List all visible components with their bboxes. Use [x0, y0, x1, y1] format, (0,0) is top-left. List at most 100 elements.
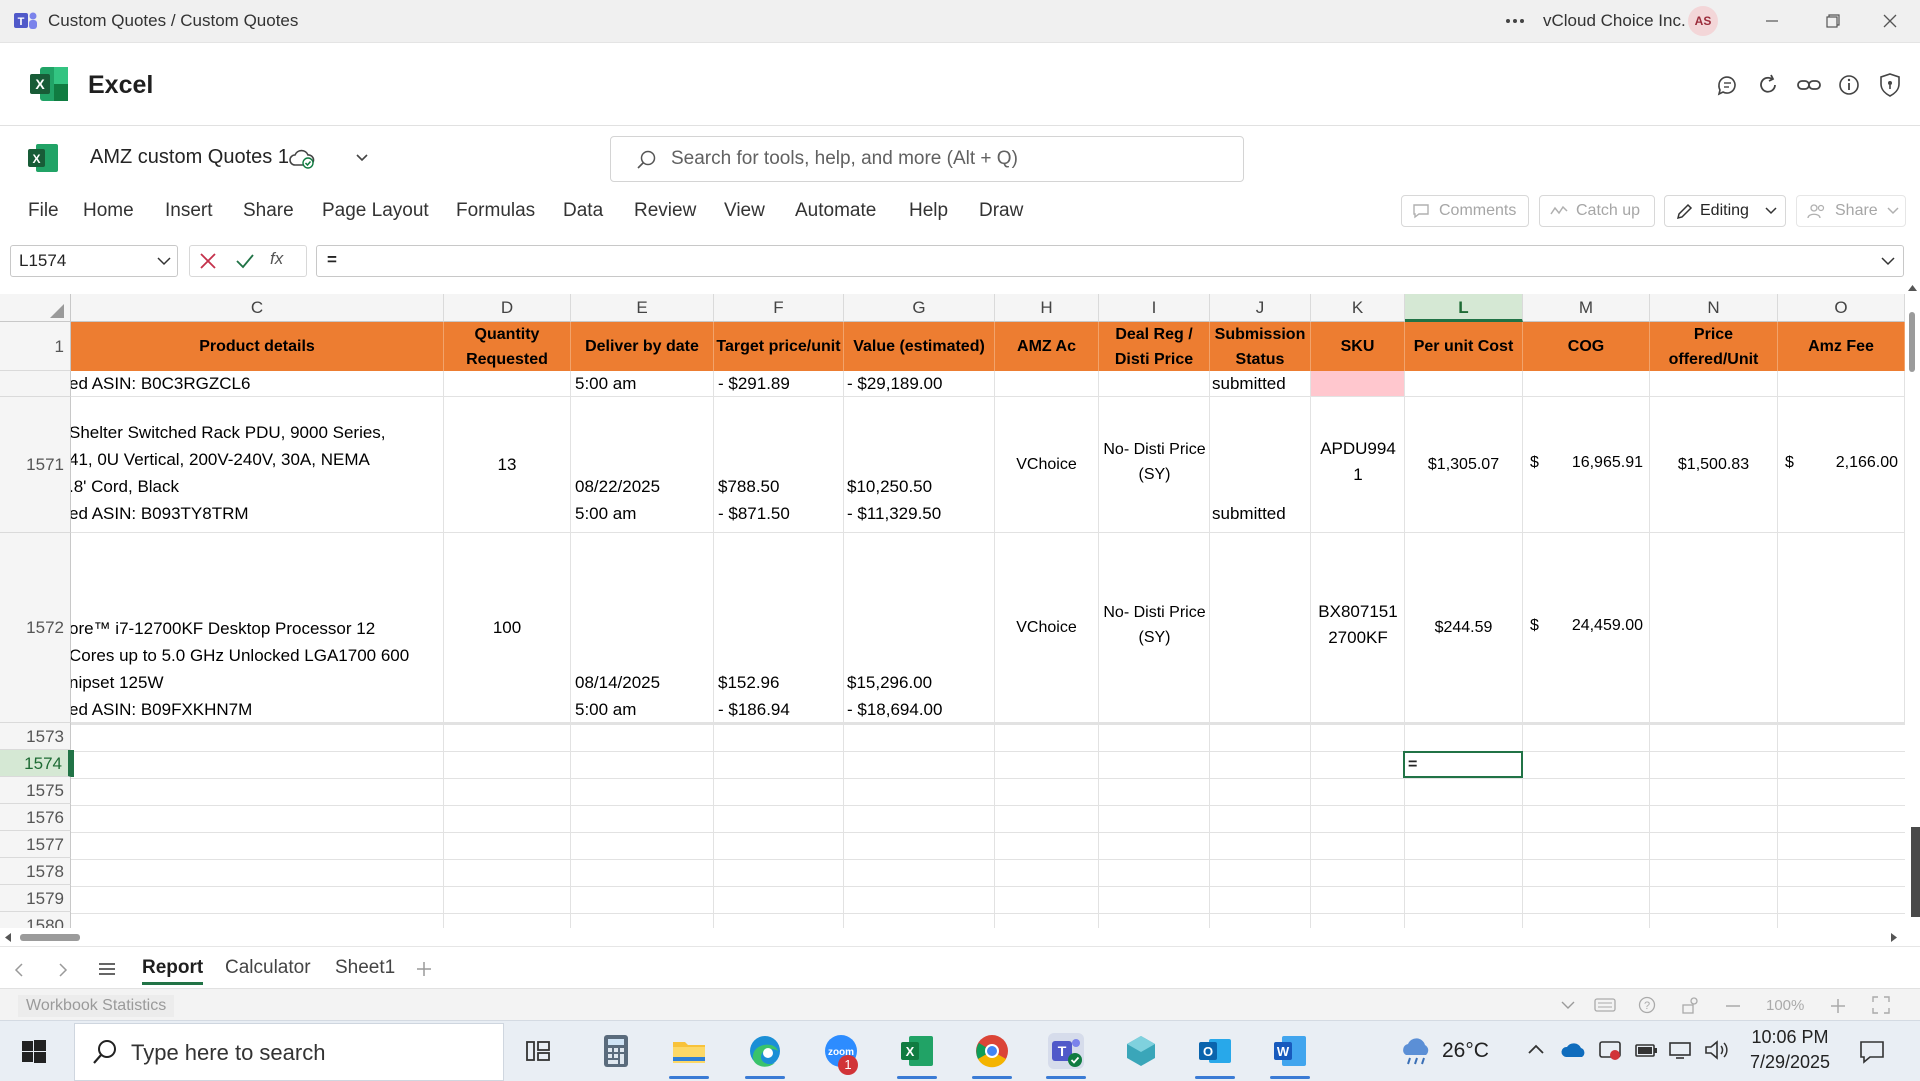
keyboard-icon[interactable] [1594, 996, 1616, 1014]
more-options-icon[interactable] [1505, 12, 1525, 30]
outlook-app-icon[interactable]: O [1197, 1033, 1233, 1069]
column-header-d[interactable]: D [444, 294, 571, 322]
header-value-estimated[interactable]: Value (estimated) [844, 322, 995, 371]
row-header-1577[interactable]: 1577 [0, 831, 71, 858]
tab-insert[interactable]: Insert [165, 200, 213, 222]
table-cell[interactable]: - $291.89 [714, 371, 844, 397]
taskbar-search-input[interactable]: Type here to search [74, 1023, 504, 1081]
table-cell-deal-reg[interactable]: No- Disti Price (SY) [1099, 533, 1210, 723]
header-target-price[interactable]: Target price/unit [714, 322, 844, 371]
search-input[interactable]: Search for tools, help, and more (Alt + … [610, 136, 1244, 182]
row-header-1573[interactable]: 1573 [0, 723, 71, 750]
table-cell-target[interactable]: $152.96 - $186.94 [714, 533, 844, 723]
cancel-entry-icon[interactable] [198, 252, 218, 270]
all-sheets-menu-icon[interactable] [98, 962, 116, 976]
share-button[interactable]: Share [1796, 195, 1906, 227]
column-header-n[interactable]: N [1650, 294, 1778, 322]
header-amz-ac[interactable]: AMZ Ac [995, 322, 1099, 371]
tab-page-layout[interactable]: Page Layout [322, 200, 429, 222]
calculator-app-icon[interactable] [598, 1033, 634, 1069]
table-cell-value[interactable]: $10,250.50 - $11,329.50 [844, 397, 995, 533]
taskbar-time[interactable]: 10:06 PM [1748, 1027, 1832, 1048]
table-cell[interactable] [1650, 371, 1778, 397]
fullscreen-icon[interactable] [1872, 996, 1890, 1014]
header-cog[interactable]: COG [1523, 322, 1650, 371]
header-sku[interactable]: SKU [1311, 322, 1405, 371]
select-all-corner[interactable] [0, 294, 71, 322]
security-alert-icon[interactable] [1598, 1039, 1622, 1061]
table-cell[interactable] [1778, 371, 1905, 397]
row-header-1578[interactable]: 1578 [0, 858, 71, 885]
onedrive-cloud-icon[interactable] [1561, 1041, 1587, 1059]
avatar[interactable]: AS [1688, 6, 1718, 36]
column-header-i[interactable]: I [1099, 294, 1210, 322]
info-icon[interactable] [1837, 73, 1861, 97]
column-header-f[interactable]: F [714, 294, 844, 322]
catch-up-button[interactable]: Catch up [1539, 195, 1655, 227]
column-header-e[interactable]: E [571, 294, 714, 322]
horizontal-scroll-thumb[interactable] [20, 934, 80, 941]
sheet-tab-report[interactable]: Report [142, 957, 204, 985]
zoom-out-icon[interactable] [1725, 1004, 1741, 1008]
table-cell-price-offered[interactable] [1650, 533, 1778, 723]
active-cell[interactable]: = [1403, 751, 1523, 778]
help-icon[interactable]: ? [1638, 996, 1656, 1014]
scroll-left-icon[interactable] [4, 932, 12, 943]
scroll-up-icon[interactable] [1907, 284, 1918, 292]
cube-app-icon[interactable] [1123, 1033, 1159, 1069]
volume-icon[interactable] [1704, 1040, 1730, 1060]
table-cell-cog[interactable]: $ 16,965.91 [1523, 397, 1650, 533]
header-deal-reg[interactable]: Deal Reg / Disti Price [1099, 322, 1210, 371]
sku-highlight-cell[interactable] [1311, 371, 1405, 397]
link-icon[interactable] [1796, 73, 1822, 97]
table-cell-deal-reg[interactable]: No- Disti Price (SY) [1099, 397, 1210, 533]
minimize-button[interactable] [1752, 6, 1792, 36]
table-cell-unit-cost[interactable]: $244.59 [1405, 533, 1523, 723]
table-cell-product[interactable]: ore™ i7-12700KF Desktop Processor 12 Cor… [71, 533, 444, 723]
table-cell-deliver[interactable]: 08/14/2025 5:00 am [571, 533, 714, 723]
network-icon[interactable] [1668, 1040, 1692, 1060]
tab-help[interactable]: Help [909, 200, 948, 222]
table-cell-amz-fee[interactable] [1778, 533, 1905, 723]
row-header-partial[interactable] [0, 371, 71, 397]
edge-browser-icon[interactable] [747, 1033, 783, 1069]
table-cell-value[interactable]: $15,296.00 - $18,694.00 [844, 533, 995, 723]
formula-input[interactable]: = [316, 245, 1904, 277]
sheet-tab-sheet1[interactable]: Sheet1 [335, 957, 395, 979]
table-cell-quantity[interactable]: 13 [444, 397, 571, 533]
add-sheet-icon[interactable] [416, 961, 432, 977]
row-header-1[interactable]: 1 [0, 322, 71, 371]
table-cell[interactable] [1523, 371, 1650, 397]
row-header-1580[interactable]: 1580 [0, 912, 71, 928]
table-cell[interactable]: ed ASIN: B0C3RGZCL6 [71, 371, 444, 397]
table-cell-sku[interactable]: APDU994 1 [1311, 397, 1405, 533]
table-cell-cog[interactable]: $ 24,459.00 [1523, 533, 1650, 723]
close-button[interactable] [1870, 6, 1910, 36]
column-header-l[interactable]: L [1405, 294, 1523, 322]
column-header-j[interactable]: J [1210, 294, 1311, 322]
table-cell[interactable]: 5:00 am [571, 371, 714, 397]
file-name[interactable]: AMZ custom Quotes 1 [90, 146, 289, 169]
chrome-browser-icon[interactable] [974, 1033, 1010, 1069]
horizontal-scrollbar[interactable] [0, 928, 1920, 946]
header-price-offered[interactable]: Price offered/Unit [1650, 322, 1778, 371]
table-cell-product[interactable]: Shelter Switched Rack PDU, 9000 Series, … [71, 397, 444, 533]
column-header-c[interactable]: C [71, 294, 444, 322]
page-view-icon[interactable] [1680, 995, 1702, 1015]
shield-icon[interactable] [1878, 72, 1902, 98]
tab-file[interactable]: File [28, 200, 59, 222]
tab-view[interactable]: View [724, 200, 765, 222]
expand-formula-chevron-down-icon[interactable] [1881, 256, 1895, 266]
column-header-g[interactable]: G [844, 294, 995, 322]
row-header-1579[interactable]: 1579 [0, 885, 71, 912]
empty-cells-area[interactable] [71, 723, 1905, 928]
vertical-scrollbar[interactable] [1905, 282, 1920, 922]
table-cell[interactable] [1099, 371, 1210, 397]
notifications-icon[interactable] [1858, 1039, 1886, 1065]
vertical-scroll-thumb[interactable] [1909, 312, 1915, 372]
table-cell-status[interactable] [1210, 533, 1311, 723]
table-cell-status[interactable]: submitted [1210, 397, 1311, 533]
table-cell-amz-ac[interactable]: VChoice [995, 533, 1099, 723]
tab-data[interactable]: Data [563, 200, 603, 222]
header-submission-status[interactable]: Submission Status [1210, 322, 1311, 371]
